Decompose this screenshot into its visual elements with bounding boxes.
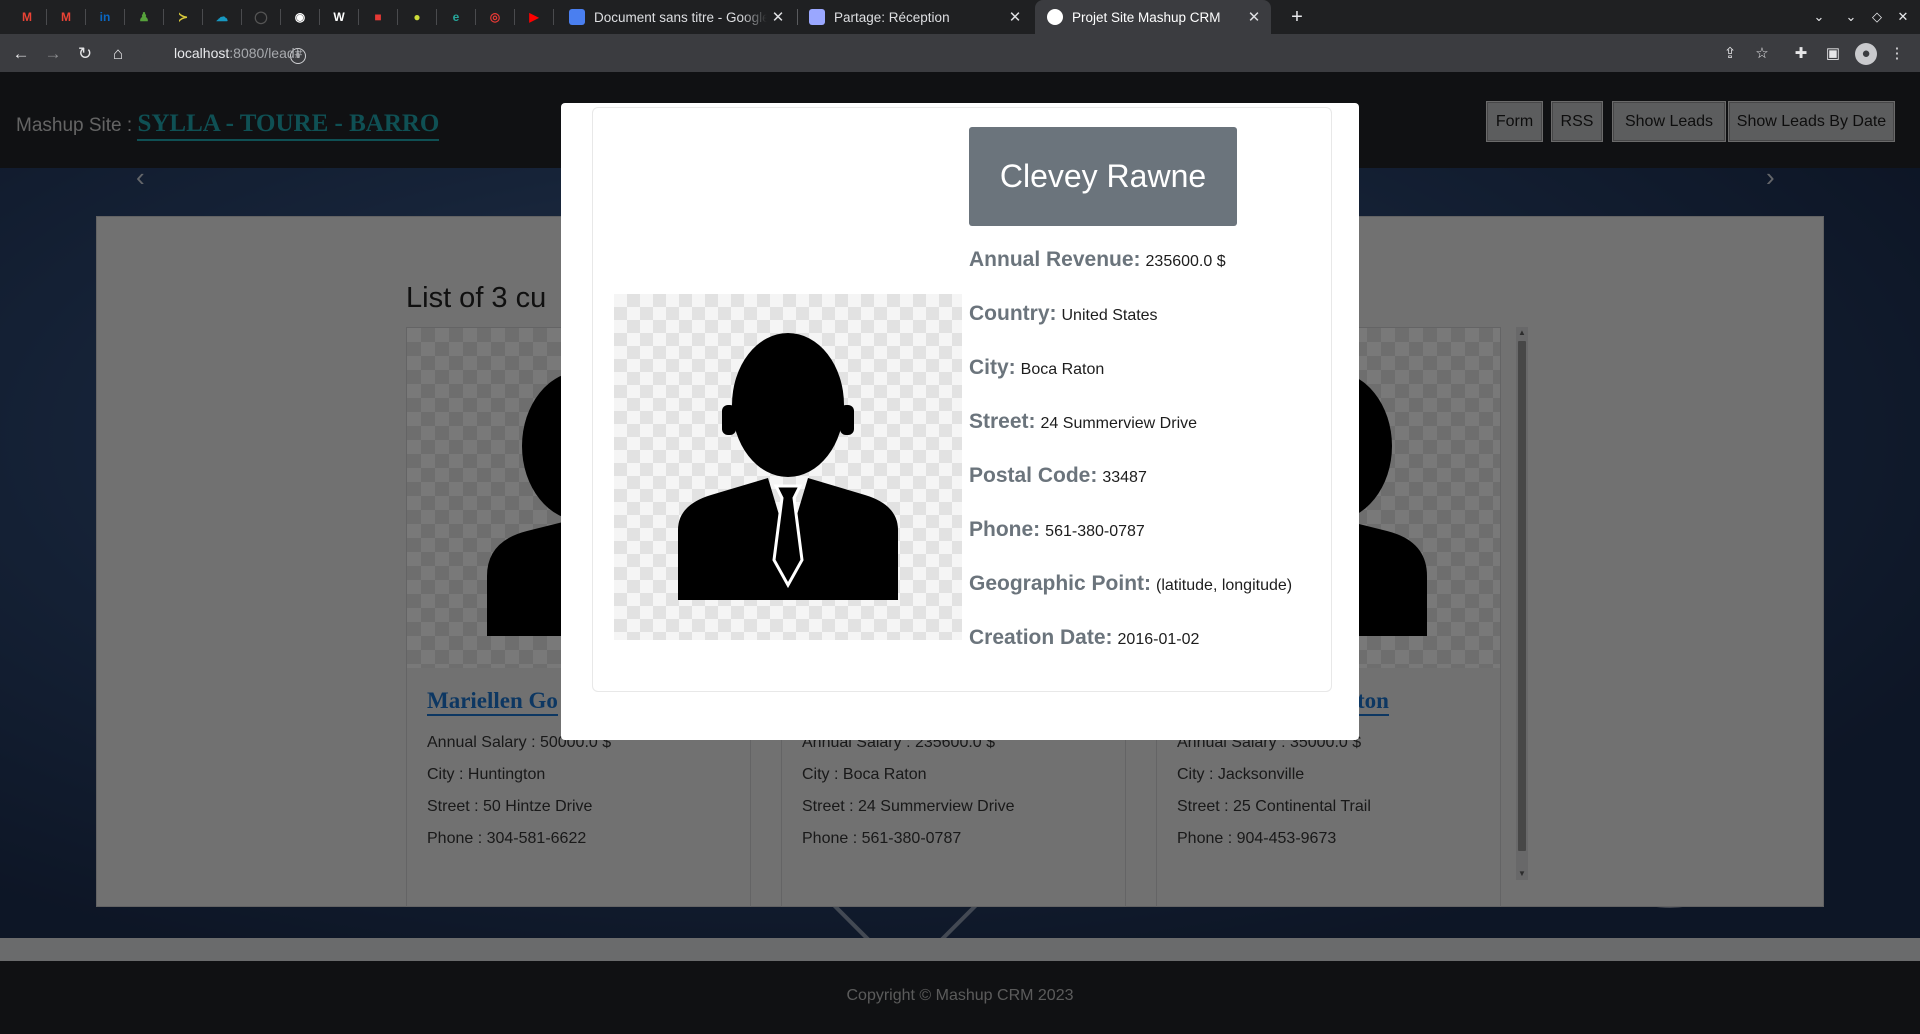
detail-label: Country: — [969, 302, 1057, 325]
tab-google-docs[interactable]: Document sans titre - Google Docs ✕ — [557, 0, 795, 34]
detail-label: Creation Date: — [969, 626, 1113, 649]
detail-label: Street: — [969, 410, 1036, 433]
lead-avatar-image — [614, 294, 962, 640]
url-host: localhost — [174, 45, 230, 61]
app-icon[interactable]: ≻ — [173, 7, 193, 27]
detail-row: Country: United States — [969, 302, 1158, 326]
side-panel-icon[interactable]: ▣ — [1822, 43, 1844, 65]
detail-row: City: Boca Raton — [969, 356, 1104, 380]
lead-detail-modal: Clevey Rawne Annual Revenue: 235600.0 $ Co… — [561, 103, 1359, 740]
profile-avatar-icon[interactable]: ● — [1855, 43, 1877, 65]
new-tab-button[interactable]: + — [1284, 4, 1310, 30]
detail-label: Annual Revenue: — [969, 248, 1141, 271]
detail-value: 24 Summerview Drive — [1040, 415, 1198, 432]
app-icon[interactable]: ● — [407, 7, 427, 27]
extensions-icon[interactable]: ✚ — [1790, 43, 1812, 65]
address-bar[interactable]: i — [140, 38, 1760, 68]
tab-divider — [397, 9, 398, 25]
detail-row: Phone: 561-380-0787 — [969, 518, 1145, 542]
detail-value: 33487 — [1102, 469, 1147, 486]
tab-divider — [436, 9, 437, 25]
app-icon[interactable]: e — [446, 7, 466, 27]
detail-value: (latitude, longitude) — [1156, 577, 1293, 594]
app-icon[interactable]: ■ — [368, 7, 388, 27]
share-icon[interactable]: ⇪ — [1719, 43, 1741, 65]
tab-divider — [202, 9, 203, 25]
salesforce-icon[interactable]: ☁ — [212, 7, 232, 27]
detail-value: 235600.0 $ — [1145, 253, 1226, 270]
person-silhouette-icon — [678, 333, 898, 600]
gmail-icon[interactable]: M — [17, 7, 37, 27]
detail-row: Street: 24 Summerview Drive — [969, 410, 1197, 434]
tab-title: Document sans titre - Google Docs — [594, 9, 767, 25]
globe-icon[interactable]: ◉ — [290, 7, 310, 27]
modal-content: Clevey Rawne Annual Revenue: 235600.0 $ Co… — [592, 107, 1332, 692]
home-icon[interactable]: ⌂ — [105, 41, 131, 67]
detail-row: Creation Date: 2016-01-02 — [969, 626, 1199, 650]
tab-divider — [475, 9, 476, 25]
app-icon[interactable]: ♟ — [134, 7, 154, 27]
back-icon[interactable]: ← — [8, 41, 34, 67]
app-icon[interactable]: W — [329, 7, 349, 27]
url-path: :8080/lead# — [229, 45, 303, 61]
tab-title: Partage: Réception — [834, 9, 950, 25]
detail-row: Annual Revenue: 235600.0 $ — [969, 248, 1226, 272]
tab-divider — [514, 9, 515, 25]
minimize-icon[interactable]: ⌄ — [1840, 6, 1862, 28]
menu-kebab-icon[interactable]: ⋮ — [1886, 43, 1908, 65]
github-icon[interactable]: ◯ — [251, 7, 271, 27]
detail-row: Geographic Point: (latitude, longitude) — [969, 572, 1292, 596]
close-window-icon[interactable]: ✕ — [1892, 6, 1914, 28]
tab-divider — [358, 9, 359, 25]
browser-tab-bar: M Min ♟ ≻ ☁ ◯ ◉ W ■ ● e ◎ ▶ Document sans titre - Go… — [0, 0, 1920, 34]
close-tab-icon[interactable]: ✕ — [767, 8, 789, 26]
tab-partage[interactable]: Partage: Réception ✕ — [797, 0, 1032, 34]
globe-icon — [1047, 9, 1063, 25]
tab-divider — [163, 9, 164, 25]
detail-label: Postal Code: — [969, 464, 1098, 487]
detail-value: United States — [1061, 307, 1158, 324]
lead-name-heading: Clevey Rawne — [969, 127, 1237, 226]
detail-label: City: — [969, 356, 1016, 379]
document-icon — [809, 9, 825, 25]
reload-icon[interactable]: ↻ — [72, 41, 98, 67]
detail-value: Boca Raton — [1020, 361, 1105, 378]
tab-divider — [241, 9, 242, 25]
tab-divider — [553, 9, 554, 25]
tab-divider — [124, 9, 125, 25]
tab-mashup-crm[interactable]: Projet Site Mashup CRM ✕ — [1035, 0, 1271, 34]
tab-divider — [85, 9, 86, 25]
linkedin-icon[interactable]: in — [95, 7, 115, 27]
tab-divider — [319, 9, 320, 25]
tab-divider — [280, 9, 281, 25]
tab-divider — [46, 9, 47, 25]
detail-label: Phone: — [969, 518, 1041, 541]
browser-toolbar: ← → ↻ ⌂ i localhost:8080/lead# ⇪ ☆ ✚ ▣ ●… — [0, 34, 1920, 72]
maximize-icon[interactable]: ◇ — [1866, 6, 1888, 28]
url-text: localhost:8080/lead# — [174, 45, 302, 61]
tab-title: Projet Site Mashup CRM — [1072, 9, 1221, 25]
detail-row: Postal Code: 33487 — [969, 464, 1147, 488]
youtube-icon[interactable]: ▶ — [524, 7, 544, 27]
bookmark-star-icon[interactable]: ☆ — [1751, 43, 1773, 65]
forward-icon[interactable]: → — [40, 41, 66, 67]
google-docs-icon — [569, 9, 585, 25]
detail-value: 561-380-0787 — [1045, 523, 1145, 540]
close-tab-icon[interactable]: ✕ — [1004, 8, 1026, 26]
detail-label: Geographic Point: — [969, 572, 1152, 595]
gmail-icon[interactable]: M — [56, 7, 76, 27]
tab-search-icon[interactable]: ⌄ — [1808, 6, 1830, 28]
close-tab-icon[interactable]: ✕ — [1243, 8, 1265, 26]
detail-value: 2016-01-02 — [1117, 631, 1200, 648]
app-icon[interactable]: ◎ — [485, 7, 505, 27]
